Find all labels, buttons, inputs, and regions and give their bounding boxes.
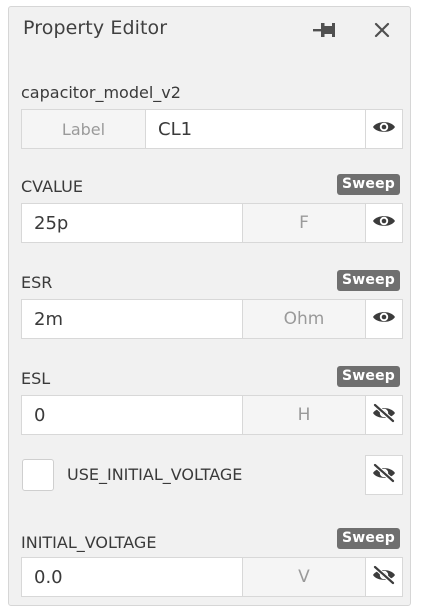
property-editor-panel: Property Editor capacitor_model_v2 Label… [8,6,411,606]
label-value-input[interactable]: CL1 [145,109,366,149]
eye-slash-icon [372,402,396,427]
esr-unit: Ohm [242,299,366,339]
sweep-button-esl[interactable]: Sweep [336,366,400,387]
eye-icon [372,119,396,139]
property-label-esl: ESL [21,369,51,388]
esr-input[interactable]: 2m [21,299,243,339]
initial-voltage-unit: V [242,557,366,597]
use-initial-voltage-visibility-toggle[interactable] [365,455,403,495]
label-visibility-toggle[interactable] [365,109,403,149]
sweep-button-initial-voltage[interactable]: Sweep [336,528,400,549]
cvalue-input[interactable]: 25p [21,203,243,243]
esr-visibility-toggle[interactable] [365,299,403,339]
title-bar: Property Editor [9,7,410,53]
initial-voltage-visibility-toggle[interactable] [365,557,403,597]
label-tag: Label [21,109,146,149]
use-initial-voltage-checkbox[interactable] [22,459,54,491]
pin-icon[interactable] [311,17,337,43]
sweep-button-esr[interactable]: Sweep [336,270,400,291]
esl-unit: H [242,395,366,435]
eye-slash-icon [372,564,396,589]
property-label-esr: ESR [21,273,53,292]
eye-icon [372,309,396,329]
eye-icon [372,213,396,233]
property-label-cvalue: CVALUE [21,177,83,196]
use-initial-voltage-label: USE_INITIAL_VOLTAGE [67,465,243,484]
panel-title: Property Editor [23,17,168,39]
sweep-button-cvalue[interactable]: Sweep [336,174,400,195]
esl-visibility-toggle[interactable] [365,395,403,435]
cvalue-visibility-toggle[interactable] [365,203,403,243]
esl-input[interactable]: 0 [21,395,243,435]
close-icon[interactable] [369,17,395,43]
initial-voltage-input[interactable]: 0.0 [21,557,243,597]
eye-slash-icon [372,462,396,487]
cvalue-unit: F [242,203,366,243]
property-label-initial-voltage: INITIAL_VOLTAGE [21,533,157,552]
model-name: capacitor_model_v2 [21,83,181,102]
